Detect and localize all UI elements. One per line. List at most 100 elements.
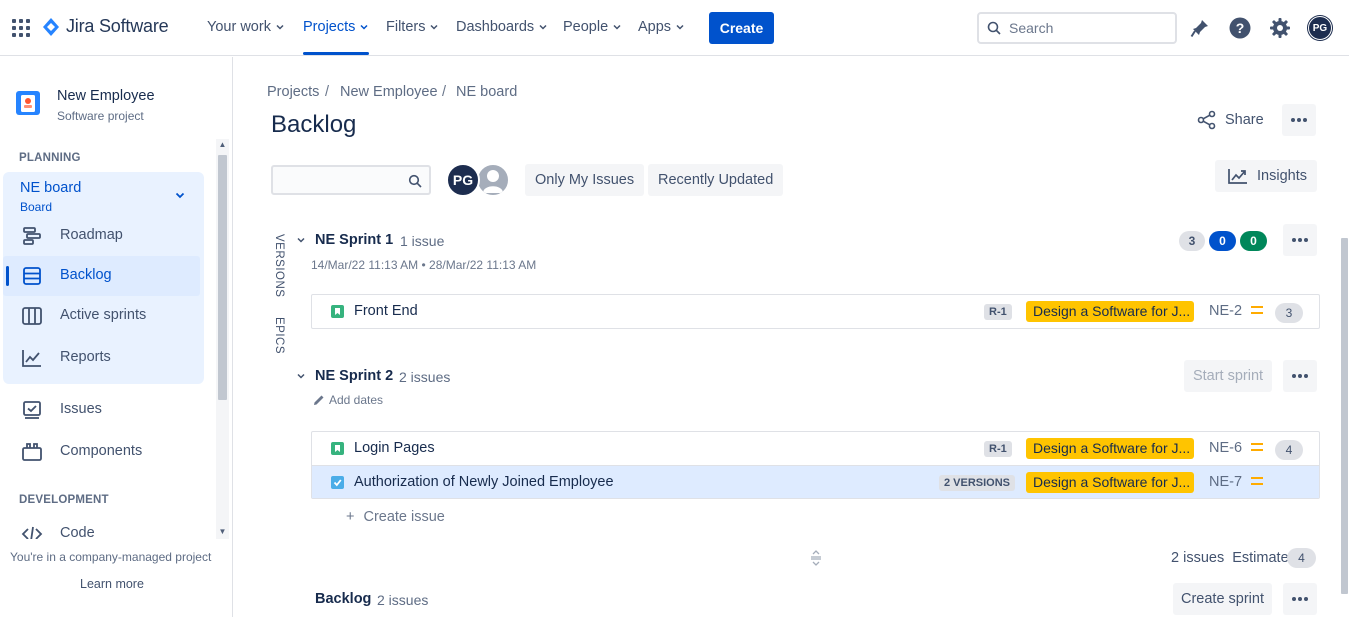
nav-label: Dashboards	[456, 19, 535, 35]
issue-key[interactable]: NE-2	[1209, 303, 1242, 319]
sprint-footer-count: 2 issues	[1171, 550, 1225, 566]
sprint-issue-count: 2 issues	[399, 369, 451, 385]
epic-lozenge[interactable]: Design a Software for J...	[1026, 301, 1194, 322]
breadcrumb-project[interactable]: New Employee	[340, 84, 438, 100]
sidebar-item-issues[interactable]: Issues	[3, 390, 200, 430]
issue-summary[interactable]: Authorization of Newly Joined Employee	[354, 474, 614, 490]
sidebar-item-reports[interactable]: Reports	[3, 338, 200, 378]
scroll-up-arrow-icon[interactable]: ▲	[218, 141, 227, 149]
versions-panel-tab[interactable]: VERSIONS	[273, 234, 285, 297]
chevron-down-icon	[360, 24, 368, 30]
board-switcher[interactable]: NE board	[20, 180, 81, 196]
more-icon	[1291, 118, 1307, 122]
sidebar-scrollbar[interactable]: ▲ ▼	[216, 139, 229, 539]
issue-row[interactable]: Login Pages R-1 Design a Software for J.…	[312, 432, 1319, 465]
sidebar-item-label: Roadmap	[60, 227, 123, 243]
search-input[interactable]	[1009, 20, 1159, 36]
story-points-badge[interactable]: 3	[1275, 303, 1303, 323]
sprint-name[interactable]: NE Sprint 2	[315, 368, 393, 384]
issue-summary[interactable]: Login Pages	[354, 440, 435, 456]
share-button[interactable]: Share	[1191, 104, 1265, 136]
app-switcher-icon[interactable]	[11, 18, 31, 38]
share-label: Share	[1225, 112, 1264, 128]
task-icon	[331, 476, 344, 489]
backlog-search-field[interactable]	[271, 165, 431, 195]
create-issue-label: Create issue	[363, 509, 445, 525]
sidebar: New Employee Software project PLANNING N…	[0, 57, 233, 617]
nav-your-work[interactable]: Your work	[207, 19, 285, 35]
plus-icon: +	[346, 509, 355, 525]
sidebar-item-backlog[interactable]: Backlog	[3, 256, 200, 296]
breadcrumb-separator: /	[442, 84, 447, 100]
backlog-more-button[interactable]	[1283, 583, 1317, 615]
user-filter-avatar[interactable]: PG	[446, 163, 480, 197]
project-name[interactable]: New Employee	[57, 88, 155, 104]
version-lozenge: R-1	[984, 441, 1012, 457]
issue-summary[interactable]: Front End	[354, 303, 418, 319]
priority-medium-icon	[1251, 477, 1263, 485]
sprint-name[interactable]: NE Sprint 1	[315, 232, 393, 248]
chevron-down-icon	[676, 24, 684, 30]
backlog-icon	[23, 267, 41, 285]
nav-apps[interactable]: Apps	[638, 19, 685, 35]
nav-dashboards[interactable]: Dashboards	[456, 19, 548, 35]
insights-button[interactable]: Insights	[1215, 160, 1317, 192]
resize-handle-icon[interactable]	[809, 550, 823, 566]
nav-people[interactable]: People	[563, 19, 622, 35]
issue-row-selected[interactable]: Authorization of Newly Joined Employee 2…	[312, 465, 1319, 498]
backlog-search-input[interactable]	[273, 167, 393, 193]
issue-key[interactable]: NE-7	[1209, 474, 1242, 490]
nav-filters[interactable]: Filters	[386, 19, 439, 35]
issue-key[interactable]: NE-6	[1209, 440, 1242, 456]
create-button[interactable]: Create	[709, 12, 774, 44]
sidebar-item-roadmap[interactable]: Roadmap	[3, 216, 200, 256]
user-avatar[interactable]: PG	[1308, 16, 1332, 40]
collapse-chevron-icon[interactable]	[296, 235, 306, 245]
help-icon[interactable]: ?	[1228, 16, 1252, 40]
add-dates-link[interactable]: Add dates	[313, 393, 383, 407]
start-sprint-button[interactable]: Start sprint	[1184, 360, 1272, 392]
reports-icon	[22, 350, 41, 367]
collapse-chevron-icon[interactable]	[296, 371, 306, 381]
board-icon	[22, 307, 42, 325]
search-box[interactable]	[977, 12, 1177, 44]
sidebar-item-components[interactable]: Components	[3, 432, 200, 472]
jira-logo[interactable]: Jira Software	[42, 16, 169, 37]
page-more-button[interactable]	[1282, 104, 1316, 136]
unassigned-avatar[interactable]	[476, 163, 510, 197]
chevron-down-icon	[613, 24, 621, 30]
create-sprint-button[interactable]: Create sprint	[1173, 583, 1272, 615]
nav-label: Projects	[303, 19, 356, 35]
learn-more-link[interactable]: Learn more	[80, 577, 144, 591]
create-issue-button[interactable]: + Create issue	[346, 509, 445, 525]
version-lozenge: R-1	[984, 304, 1012, 320]
backlog-name[interactable]: Backlog	[315, 591, 371, 607]
breadcrumb-board[interactable]: NE board	[456, 84, 517, 100]
sidebar-scroll-thumb[interactable]	[218, 155, 227, 400]
project-avatar-icon	[16, 91, 40, 115]
more-icon	[1292, 374, 1308, 378]
epic-lozenge[interactable]: Design a Software for J...	[1026, 472, 1194, 493]
sprint-footer: 2 issues Estimate	[1171, 550, 1289, 566]
main-scroll-thumb[interactable]	[1341, 238, 1348, 594]
sprint-more-button[interactable]	[1283, 360, 1317, 392]
issue-row[interactable]: Front End R-1 Design a Software for J...…	[312, 295, 1319, 328]
settings-icon[interactable]	[1268, 16, 1292, 40]
notifications-icon[interactable]	[1188, 16, 1212, 40]
estimate-label: Estimate	[1232, 550, 1289, 566]
breadcrumb-projects[interactable]: Projects	[267, 84, 319, 100]
roadmap-icon	[23, 227, 41, 245]
scroll-down-arrow-icon[interactable]: ▼	[218, 528, 227, 536]
epics-panel-tab[interactable]: EPICS	[273, 317, 285, 354]
story-points-badge[interactable]: 4	[1275, 440, 1303, 460]
nav-projects[interactable]: Projects	[303, 19, 370, 55]
only-my-issues-filter[interactable]: Only My Issues	[525, 164, 645, 196]
sidebar-item-active-sprints[interactable]: Active sprints	[3, 296, 200, 336]
user-placeholder-icon	[483, 170, 503, 193]
epic-lozenge[interactable]: Design a Software for J...	[1026, 438, 1194, 459]
chevron-down-icon[interactable]	[174, 189, 186, 201]
recently-updated-filter[interactable]: Recently Updated	[648, 164, 784, 196]
todo-count-badge: 3	[1179, 231, 1205, 251]
sprint-more-button[interactable]	[1283, 224, 1317, 256]
priority-medium-icon	[1251, 443, 1263, 451]
